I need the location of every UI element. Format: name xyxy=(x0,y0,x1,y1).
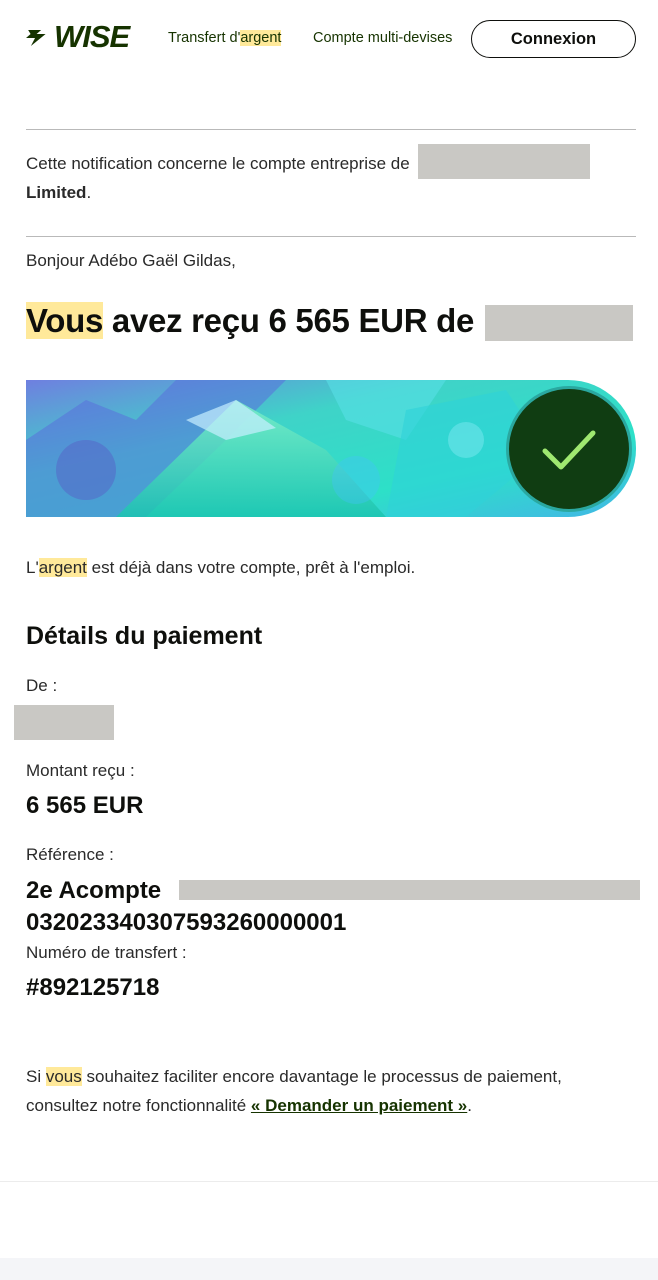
request-payment-link[interactable]: « Demander un paiement » xyxy=(251,1096,467,1115)
notification-end: . xyxy=(86,183,92,203)
amount-label: Montant reçu : xyxy=(26,761,135,780)
nav-money-transfer[interactable]: Transfert d'argent xyxy=(168,30,282,46)
login-button[interactable]: Connexion xyxy=(471,20,636,58)
bottom-bar xyxy=(0,1258,658,1280)
company-suffix: Limited xyxy=(26,183,87,203)
from-label: De : xyxy=(26,676,58,695)
redacted-company-name xyxy=(418,144,591,180)
footer-end: . xyxy=(467,1096,472,1115)
amount-value: 6 565 EUR xyxy=(26,792,144,819)
transfer-number-value: #892125718 xyxy=(26,974,160,1001)
cutoff-divider xyxy=(0,1181,658,1182)
divider xyxy=(26,129,636,130)
reference-value: 2e Acompte xyxy=(26,877,161,905)
headline: Vous avez reçu 6 565 EUR de xyxy=(26,302,633,342)
business-notification: Cette notification concerne le compte en… xyxy=(26,144,626,207)
redacted-reference-part xyxy=(179,880,640,900)
payment-details-title: Détails du paiement xyxy=(26,622,263,650)
notification-text: Cette notification concerne le compte en… xyxy=(26,154,410,173)
request-payment-info: Si vous souhaitez faciliter encore davan… xyxy=(26,1062,636,1120)
nav-multi-currency-account[interactable]: Compte multi-devises xyxy=(313,30,452,46)
nav-money-transfer-prefix: Transfert d' xyxy=(168,30,241,46)
ready-highlight: argent xyxy=(38,558,87,577)
nav-money-transfer-highlight: argent xyxy=(240,30,282,46)
ready-rest: est déjà dans votre compte, prêt à l'emp… xyxy=(86,558,416,577)
reference-line-1: 2e Acompte xyxy=(26,877,162,904)
divider xyxy=(26,236,636,237)
footer-highlight: vous xyxy=(45,1067,82,1086)
redacted-sender xyxy=(484,305,633,342)
reference-label: Référence : xyxy=(26,845,114,864)
greeting: Bonjour Adébo Gaël Gildas, xyxy=(26,251,236,270)
logo-wordmark: WISE xyxy=(54,19,130,54)
header: WISE Transfert d'argent Compte multi-dev… xyxy=(0,0,658,80)
ready-prefix: L' xyxy=(26,558,39,577)
headline-highlight: Vous xyxy=(26,302,104,339)
footer-prefix: Si xyxy=(26,1067,46,1086)
wise-logo-icon xyxy=(26,30,46,46)
reference-line-2: 03202334030759326000000‌1 xyxy=(26,909,347,936)
wise-logo[interactable]: WISE xyxy=(26,19,130,54)
redacted-from-value xyxy=(14,705,114,740)
money-ready-text: L'argent est déjà dans votre compte, prê… xyxy=(26,558,415,578)
headline-rest: avez reçu 6 565 EUR de xyxy=(103,302,475,339)
checkmark-icon xyxy=(542,430,596,470)
transfer-number-label: Numéro de transfert : xyxy=(26,943,187,962)
success-check-badge xyxy=(506,386,632,512)
